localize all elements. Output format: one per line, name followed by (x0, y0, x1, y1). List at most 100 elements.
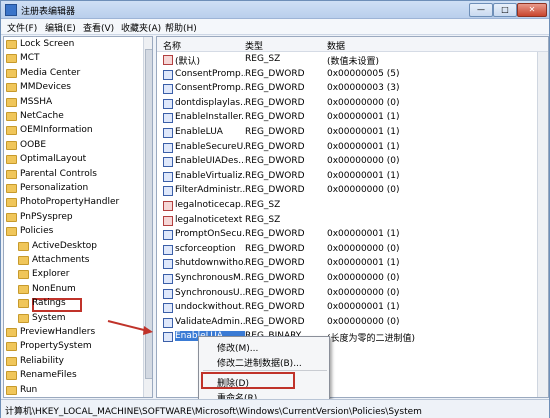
column-data[interactable]: 数据 (327, 39, 345, 52)
tree-item-label: RenameFiles (20, 370, 77, 381)
ctx-modify[interactable]: 修改(M)... (217, 341, 258, 354)
value-row[interactable]: undockwithout... REG_DWORD 0x00000001 (1) (157, 301, 548, 315)
tree-item-label: MMDevices (20, 82, 71, 93)
tree-item-label: OptimalLayout (20, 154, 87, 165)
tree-item-label: Explorer (32, 269, 70, 280)
list-header: 名称 类型 数据 (157, 37, 548, 52)
value-name: SynchronousM... (175, 273, 245, 283)
value-row[interactable]: SynchronousU... REG_DWORD 0x00000000 (0) (157, 287, 548, 301)
binary-value-icon (163, 84, 173, 95)
value-row[interactable]: EnableSecureU... REG_DWORD 0x00000001 (1) (157, 141, 548, 155)
value-data: 0x00000003 (3) (327, 83, 400, 94)
tree-item-label: Media Center (20, 67, 81, 78)
registry-tree[interactable]: Lock Screen MCT Media Center MMDevices MSSHA… (3, 36, 153, 398)
value-row[interactable]: scforceoption REG_DWORD 0x00000000 (0) (157, 243, 548, 257)
value-type: REG_DWORD (245, 83, 305, 94)
folder-icon (18, 256, 29, 265)
value-row[interactable]: ValidateAdmin... REG_DWORD 0x00000000 (0) (157, 316, 548, 330)
value-row[interactable]: legalnoticecap... REG_SZ (157, 199, 548, 213)
value-row[interactable]: shutdownwitho... REG_DWORD 0x00000001 (1) (157, 257, 548, 271)
tree-item-label: Reliability (20, 355, 64, 366)
value-data: 0x00000001 (1) (327, 127, 400, 137)
tree-item-label: ActiveDesktop (32, 240, 97, 251)
binary-value-icon (163, 113, 173, 124)
folder-icon (6, 126, 17, 136)
value-row[interactable]: EnableUIADes... REG_DWORD 0x00000000 (0) (157, 155, 548, 169)
folder-icon (6, 342, 17, 352)
value-type: REG_SZ (245, 214, 281, 225)
binary-value-icon (163, 244, 173, 255)
value-type: REG_DWORD (245, 229, 305, 240)
value-data: 0x00000000 (0) (327, 287, 400, 298)
value-type: REG_DWORD (245, 97, 305, 108)
binary-value-icon (163, 157, 173, 168)
value-row[interactable]: EnableInstaller... REG_DWORD 0x00000001 (1… (157, 111, 548, 125)
value-name: legalnoticecap... (175, 200, 245, 210)
column-type[interactable]: 类型 (245, 39, 263, 52)
value-name: (默认) (175, 57, 201, 67)
value-name: EnableUIADes... (175, 156, 245, 167)
value-type: REG_DWORD (245, 170, 305, 181)
tree-scrollbar[interactable] (143, 37, 152, 397)
value-data: 0x00000000 (0) (327, 273, 400, 283)
tree-item-label: MSSHA (20, 96, 53, 107)
folder-icon (18, 313, 29, 323)
value-type: REG_SZ (245, 54, 281, 64)
value-row[interactable]: ConsentPromp... REG_DWORD 0x00000005 (5) (157, 68, 548, 82)
value-row[interactable]: dontdisplaylas... REG_DWORD 0x00000000 (0) (157, 97, 548, 111)
menu-view[interactable]: 查看(V) (83, 21, 114, 34)
tree-item-label: PnPSysprep (20, 211, 73, 222)
value-name: undockwithout... (175, 302, 245, 313)
value-data: (长度为零的二进制值) (327, 334, 416, 345)
value-row[interactable]: (默认) REG_SZ (数值未设置) (157, 53, 548, 67)
folder-icon (18, 284, 29, 294)
tree-item-label: Attachments (32, 255, 90, 265)
string-value-icon (163, 55, 173, 65)
folder-icon (6, 54, 17, 64)
value-row[interactable]: legalnoticetext REG_SZ (157, 214, 548, 228)
binary-value-icon (163, 128, 173, 138)
string-value-icon (163, 215, 173, 226)
menu-edit[interactable]: 编辑(E) (45, 21, 76, 34)
value-name: FilterAdministr... (175, 185, 245, 196)
ctx-modify-binary[interactable]: 修改二进制数据(B)... (217, 356, 302, 369)
tree-item-label: Ratings (32, 298, 66, 309)
folder-icon (6, 212, 17, 222)
menu-file[interactable]: 文件(F) (7, 21, 37, 34)
menu-help[interactable]: 帮助(H) (165, 21, 197, 34)
folder-icon (6, 227, 17, 237)
minimize-button[interactable]: — (469, 3, 493, 17)
value-name: EnableVirtualiz... (175, 170, 245, 181)
tree-item-label: Parental Controls (20, 168, 97, 179)
binary-value-icon (163, 303, 173, 314)
value-row[interactable]: ConsentPromp... REG_DWORD 0x00000003 (3) (157, 82, 548, 96)
tree-item-label: OEMInformation (20, 125, 93, 136)
value-data: 0x00000000 (0) (327, 185, 400, 196)
value-row[interactable]: EnableLUA REG_DWORD 0x00000001 (1) (157, 126, 548, 140)
menu-bar: 文件(F) 编辑(E) 查看(V) 收藏夹(A) 帮助(H) (1, 19, 549, 35)
tree-item-label: NetCache (20, 111, 64, 121)
value-name: ValidateAdmin... (175, 316, 245, 327)
value-type: REG_DWORD (245, 141, 305, 152)
tree-item-label: Personalization (20, 183, 89, 193)
string-value-icon (163, 201, 173, 211)
value-type: REG_DWORD (245, 112, 305, 123)
value-type: REG_SZ (245, 200, 281, 210)
value-row[interactable]: SynchronousM... REG_DWORD 0x00000000 (0) (157, 272, 548, 286)
folder-icon (6, 328, 17, 337)
folder-icon (6, 155, 17, 165)
tree-item-label: Lock Screen (20, 39, 75, 49)
menu-favorites[interactable]: 收藏夹(A) (121, 21, 161, 34)
column-name[interactable]: 名称 (163, 39, 181, 52)
value-row[interactable]: FilterAdministr... REG_DWORD 0x00000000 (0… (157, 184, 548, 198)
value-row[interactable]: EnableVirtualiz... REG_DWORD 0x00000001 (1… (157, 170, 548, 184)
value-name: EnableLUA (175, 127, 223, 137)
value-row[interactable]: PromptOnSecu... REG_DWORD 0x00000001 (1) (157, 228, 548, 242)
maximize-button[interactable]: □ (493, 3, 517, 17)
value-data: 0x00000001 (1) (327, 229, 400, 240)
folder-icon (6, 169, 17, 179)
value-name: ConsentPromp... (175, 68, 245, 79)
binary-value-icon (163, 332, 173, 343)
window-title: 注册表编辑器 (21, 7, 76, 17)
close-button[interactable]: ✕ (517, 3, 547, 17)
